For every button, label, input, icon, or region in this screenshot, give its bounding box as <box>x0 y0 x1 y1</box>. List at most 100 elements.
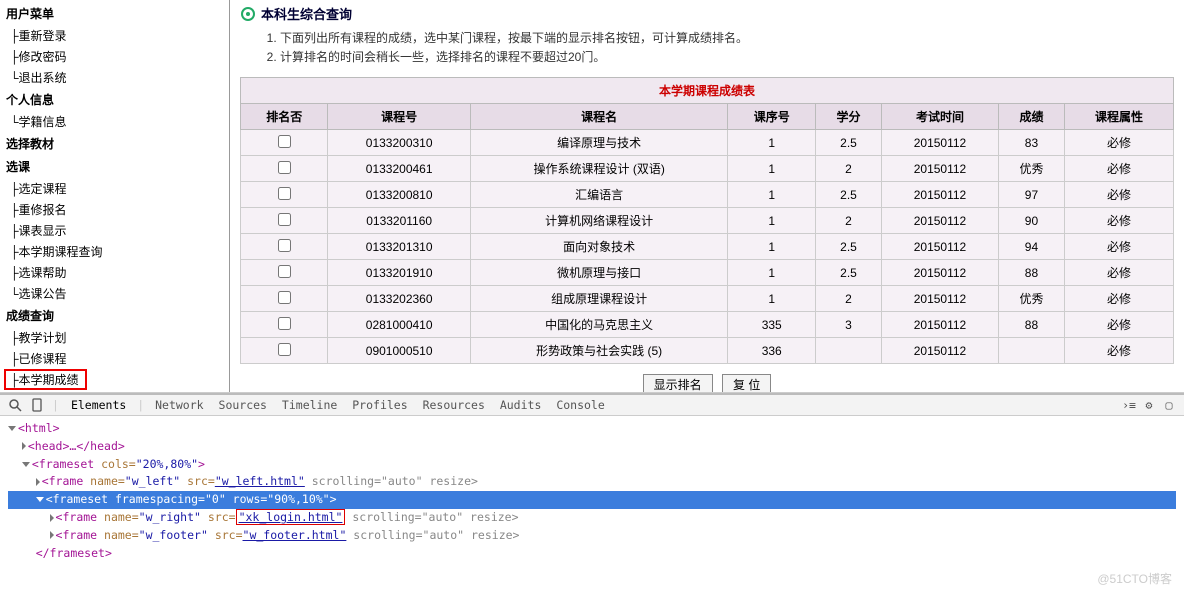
cell-course_no: 0281000410 <box>328 312 470 338</box>
sidebar-item[interactable]: ├重修报名 <box>4 199 225 220</box>
cell-exam_time: 20150112 <box>882 208 999 234</box>
table-row: 0281000410中国化的马克思主义33532015011288必修 <box>241 312 1174 338</box>
col-header: 课序号 <box>728 104 815 130</box>
cell-credit: 2.5 <box>815 182 881 208</box>
devtools-tab[interactable]: Audits <box>496 396 546 414</box>
rank-checkbox[interactable] <box>278 291 291 304</box>
cell-exam_time: 20150112 <box>882 130 999 156</box>
rank-checkbox[interactable] <box>278 265 291 278</box>
table-row: 0133200310编译原理与技术12.52015011283必修 <box>241 130 1174 156</box>
cell-course_name: 计算机网络课程设计 <box>470 208 728 234</box>
rank-checkbox[interactable] <box>278 213 291 226</box>
devtools-tab[interactable]: Profiles <box>348 396 411 414</box>
cell-seq: 336 <box>728 338 815 364</box>
cell-attr: 必修 <box>1065 312 1174 338</box>
cell-seq: 1 <box>728 130 815 156</box>
table-row: 0133202360组成原理课程设计1220150112优秀必修 <box>241 286 1174 312</box>
sidebar-group-title: 个人信息 <box>4 88 225 111</box>
cell-score: 90 <box>998 208 1064 234</box>
dock-icon[interactable]: ▢ <box>1162 398 1176 412</box>
cell-credit: 2.5 <box>815 130 881 156</box>
sidebar-item[interactable]: ├选课帮助 <box>4 262 225 283</box>
cell-course_name: 汇编语言 <box>470 182 728 208</box>
table-row: 0133200461操作系统课程设计 (双语)1220150112优秀必修 <box>241 156 1174 182</box>
table-row: 0133201160计算机网络课程设计122015011290必修 <box>241 208 1174 234</box>
reset-button[interactable]: 复 位 <box>722 374 771 392</box>
rank-checkbox[interactable] <box>278 135 291 148</box>
cell-seq: 1 <box>728 182 815 208</box>
rank-checkbox[interactable] <box>278 317 291 330</box>
cell-exam_time: 20150112 <box>882 260 999 286</box>
cell-credit: 2 <box>815 286 881 312</box>
rank-checkbox[interactable] <box>278 187 291 200</box>
watermark: @51CTO博客 <box>1097 570 1172 587</box>
dom-tree[interactable]: <html> <head>…</head> <frameset cols="20… <box>0 416 1184 567</box>
settings-icon[interactable]: ⚙ <box>1142 398 1156 412</box>
cell-seq: 1 <box>728 156 815 182</box>
device-icon[interactable] <box>30 398 44 412</box>
cell-course_name: 微机原理与接口 <box>470 260 728 286</box>
sidebar-item[interactable]: ├选定课程 <box>4 178 225 199</box>
sidebar-item[interactable]: └退出系统 <box>4 67 225 88</box>
sidebar-item[interactable]: ├本学期课程查询 <box>4 241 225 262</box>
sidebar-item[interactable]: ├教学计划 <box>4 327 225 348</box>
cell-score: 97 <box>998 182 1064 208</box>
rank-checkbox[interactable] <box>278 239 291 252</box>
rank-checkbox[interactable] <box>278 343 291 356</box>
devtools-tab[interactable]: Sources <box>215 396 271 414</box>
col-header: 成绩 <box>998 104 1064 130</box>
cell-score <box>998 338 1064 364</box>
note-item: 下面列出所有课程的成绩，选中某门课程，按最下端的显示排名按钮，可计算成绩排名。 <box>280 29 1174 48</box>
cell-exam_time: 20150112 <box>882 156 999 182</box>
cell-exam_time: 20150112 <box>882 234 999 260</box>
cell-course_name: 编译原理与技术 <box>470 130 728 156</box>
cell-course_no: 0133200810 <box>328 182 470 208</box>
cell-course_name: 操作系统课程设计 (双语) <box>470 156 728 182</box>
devtools-tab[interactable]: Console <box>552 396 608 414</box>
sidebar-item[interactable]: └选课公告 <box>4 283 225 304</box>
drawer-icon[interactable]: ›≡ <box>1122 398 1136 412</box>
cell-course_no: 0901000510 <box>328 338 470 364</box>
cell-exam_time: 20150112 <box>882 312 999 338</box>
show-rank-button[interactable]: 显示排名 <box>643 374 713 392</box>
cell-course_no: 0133200310 <box>328 130 470 156</box>
cell-attr: 必修 <box>1065 286 1174 312</box>
cell-course_no: 0133202360 <box>328 286 470 312</box>
button-row: 显示排名 复 位 <box>240 364 1174 392</box>
sidebar-item[interactable]: ├重新登录 <box>4 25 225 46</box>
cell-attr: 必修 <box>1065 234 1174 260</box>
cell-score: 优秀 <box>998 286 1064 312</box>
cell-course_name: 面向对象技术 <box>470 234 728 260</box>
sidebar-item[interactable]: ├本学期成绩 <box>4 369 87 390</box>
cell-attr: 必修 <box>1065 130 1174 156</box>
cell-seq: 335 <box>728 312 815 338</box>
cell-seq: 1 <box>728 260 815 286</box>
sidebar-item[interactable]: ├修改密码 <box>4 46 225 67</box>
col-header: 课程属性 <box>1065 104 1174 130</box>
devtools-tab[interactable]: Resources <box>419 396 489 414</box>
cell-attr: 必修 <box>1065 338 1174 364</box>
cell-score: 优秀 <box>998 156 1064 182</box>
devtools-tab[interactable]: Elements <box>67 396 130 414</box>
sidebar-item[interactable]: ├已修课程 <box>4 348 225 369</box>
sidebar-item[interactable]: ├课表显示 <box>4 220 225 241</box>
grades-table: 本学期课程成绩表 排名否课程号课程名课序号学分考试时间成绩课程属性 013320… <box>240 77 1174 364</box>
sidebar-item[interactable]: ├不及格课程 <box>4 390 225 392</box>
devtools-toolbar: | Elements | Network Sources Timeline Pr… <box>0 395 1184 416</box>
cell-course_no: 0133200461 <box>328 156 470 182</box>
sidebar-item[interactable]: └学籍信息 <box>4 111 225 132</box>
cell-exam_time: 20150112 <box>882 182 999 208</box>
table-title: 本学期课程成绩表 <box>241 78 1174 104</box>
cell-course_no: 0133201310 <box>328 234 470 260</box>
cell-course_name: 中国化的马克思主义 <box>470 312 728 338</box>
selected-dom-node[interactable]: <frameset framespacing="0" rows="90%,10%… <box>8 491 1176 509</box>
devtools-tab[interactable]: Network <box>151 396 207 414</box>
col-header: 排名否 <box>241 104 328 130</box>
cell-course_name: 形势政策与社会实践 (5) <box>470 338 728 364</box>
devtools-tab[interactable]: Timeline <box>278 396 341 414</box>
search-icon[interactable] <box>8 398 22 412</box>
table-row: 0901000510形势政策与社会实践 (5)33620150112必修 <box>241 338 1174 364</box>
cell-attr: 必修 <box>1065 156 1174 182</box>
cell-seq: 1 <box>728 208 815 234</box>
rank-checkbox[interactable] <box>278 161 291 174</box>
